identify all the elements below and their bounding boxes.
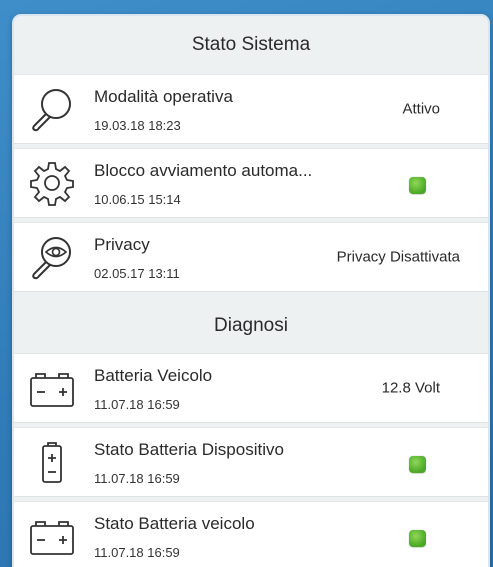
- car-battery-icon: [28, 364, 76, 412]
- row-date: 11.07.18 16:59: [94, 471, 180, 486]
- gear-icon: [28, 159, 76, 207]
- magnifier-icon: [28, 85, 76, 133]
- status-indicator-green: [409, 177, 426, 195]
- row-date: 02.05.17 13:11: [94, 266, 180, 281]
- status-indicator-green: [409, 530, 426, 548]
- section-header-diagnosis: Diagnosi: [214, 314, 288, 336]
- row-privacy[interactable]: Privacy 02.05.17 13:11 Privacy Disattiva…: [14, 222, 488, 292]
- row-date: 19.03.18 18:23: [94, 118, 181, 133]
- privacy-eye-magnifier-icon: [28, 233, 76, 281]
- row-vehicle-battery[interactable]: Batteria Veicolo 11.07.18 16:59 12.8 Vol…: [14, 353, 488, 423]
- row-value: 12.8 Volt: [381, 379, 440, 397]
- row-title: Batteria Veicolo: [94, 366, 213, 385]
- row-auto-start-lock[interactable]: Blocco avviamento automa... 10.06.15 15:…: [14, 148, 488, 218]
- row-title: Stato Batteria veicolo: [94, 514, 255, 533]
- row-value: Privacy Disattivata: [336, 248, 460, 266]
- row-value: Attivo: [402, 100, 440, 118]
- row-title: Modalità operativa: [94, 87, 233, 106]
- row-title: Privacy: [94, 235, 150, 254]
- section-header-system-status: Stato Sistema: [191, 34, 311, 55]
- row-device-battery-status[interactable]: Stato Batteria Dispositivo 11.07.18 16:5…: [14, 427, 488, 497]
- row-vehicle-battery-status[interactable]: Stato Batteria veicolo 11.07.18 16:59: [14, 501, 488, 567]
- row-operating-mode[interactable]: Modalità operativa 19.03.18 18:23 Attivo: [14, 74, 488, 144]
- row-date: 10.06.15 15:14: [94, 192, 181, 207]
- row-date: 11.07.18 16:59: [94, 397, 180, 412]
- status-indicator-green: [409, 456, 426, 474]
- status-panel: Stato Sistema Modalità operativa 19.03.1…: [12, 14, 490, 567]
- device-battery-icon: [28, 438, 76, 486]
- car-battery-icon: [28, 512, 76, 560]
- row-date: 11.07.18 16:59: [94, 545, 180, 560]
- row-title: Stato Batteria Dispositivo: [94, 440, 284, 459]
- row-title: Blocco avviamento automa...: [94, 161, 313, 180]
